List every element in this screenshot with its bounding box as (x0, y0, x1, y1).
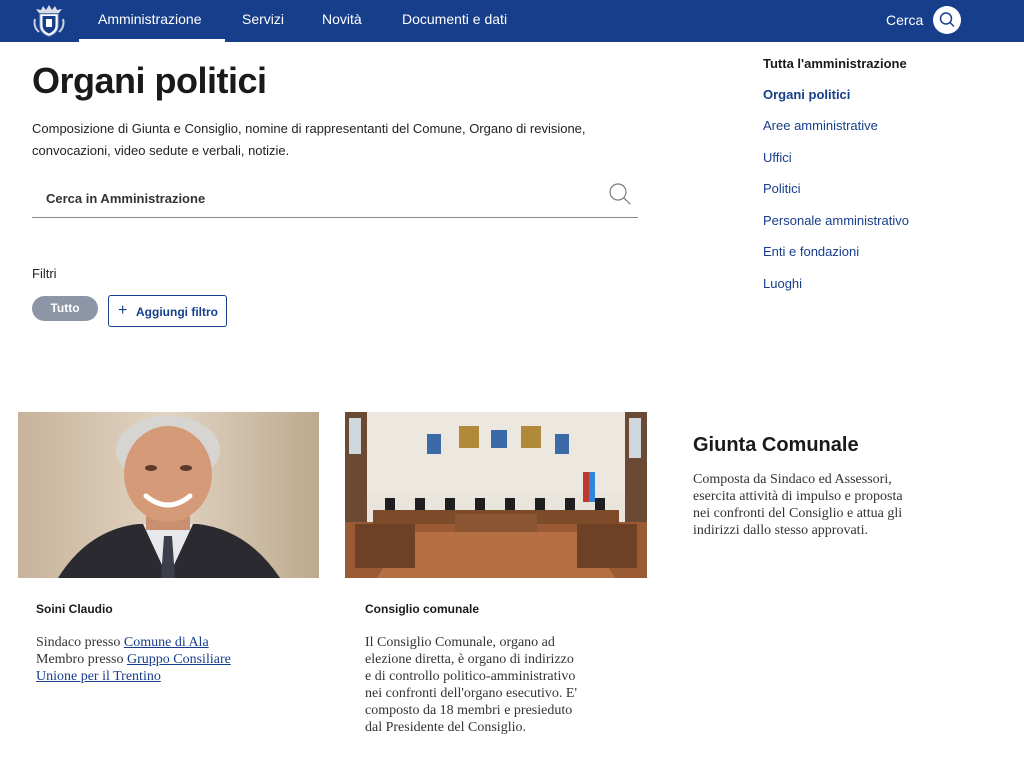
giunta-text-line: esercita attività di impulso e proposta (693, 489, 903, 504)
page-description-line-1: Composizione di Giunta e Consiglio, nomi… (32, 121, 586, 136)
role-prefix-sindaco: Sindaco presso (36, 635, 124, 650)
nav-item-amministrazione[interactable]: Amministrazione (98, 0, 201, 42)
add-filter-button[interactable]: + Aggiungi filtro (108, 295, 227, 327)
page-description-line-2: convocazioni, video sedute e verbali, no… (32, 143, 290, 158)
add-filter-label: Aggiungi filtro (136, 305, 218, 319)
sidebar-item-organi-politici[interactable]: Organi politici (763, 87, 850, 102)
giunta-text-line: indirizzi dallo stesso approvati. (693, 523, 868, 538)
giunta-text-line: Composta da Sindaco ed Assessori, (693, 472, 892, 487)
card-title-soini-claudio[interactable]: Soini Claudio (36, 602, 113, 616)
search-icon[interactable] (607, 181, 633, 207)
sidebar-item-luoghi[interactable]: Luoghi (763, 276, 802, 291)
giunta-comunale-title[interactable]: Giunta Comunale (693, 434, 859, 457)
consiglio-text-line: e di controllo politico-amministrativo (365, 669, 576, 684)
consiglio-text-line: nei confronti dell'organo esecutivo. E' (365, 686, 578, 701)
sidebar-heading[interactable]: Tutta l'amministrazione (763, 56, 907, 71)
card-text-consiglio-comunale: Il Consiglio Comunale, organo ad elezion… (365, 634, 635, 736)
nav-search-label[interactable]: Cerca (886, 0, 923, 42)
nav-item-novita[interactable]: Novità (322, 0, 362, 42)
nav-item-documenti-e-dati[interactable]: Documenti e dati (402, 0, 507, 42)
role-prefix-membro: Membro presso (36, 652, 127, 667)
consiglio-text-line: dal Presidente del Consiglio. (365, 720, 526, 735)
sidebar-item-uffici[interactable]: Uffici (763, 150, 792, 165)
municipal-crest-icon[interactable] (33, 3, 65, 37)
sidebar-item-enti-e-fondazioni[interactable]: Enti e fondazioni (763, 244, 859, 259)
administration-search (32, 178, 638, 218)
consiglio-text-line: composto da 18 membri e presieduto (365, 703, 573, 718)
search-input[interactable] (44, 186, 588, 210)
page-description: Composizione di Giunta e Consiglio, nomi… (32, 118, 632, 162)
plus-icon: + (118, 302, 128, 319)
link-gruppo-consiliare[interactable]: Gruppo Consiliare (127, 652, 231, 667)
sidebar-item-personale-amministrativo[interactable]: Personale amministrativo (763, 213, 909, 228)
filter-chip-all[interactable]: Tutto (32, 296, 98, 321)
page-title: Organi politici (32, 60, 267, 101)
portrait-photo[interactable] (18, 412, 319, 578)
giunta-text-line: nei confronti del Consiglio e attua gli (693, 506, 903, 521)
card-title-consiglio-comunale[interactable]: Consiglio comunale (365, 602, 479, 616)
consiglio-text-line: Il Consiglio Comunale, organo ad (365, 635, 555, 650)
nav-search-button[interactable] (933, 6, 961, 34)
sidebar-item-aree-amministrative[interactable]: Aree amministrative (763, 118, 878, 133)
link-comune-di-ala[interactable]: Comune di Ala (124, 635, 209, 650)
nav-item-servizi[interactable]: Servizi (242, 0, 284, 42)
top-navigation-bar: Amministrazione Servizi Novità Documenti… (0, 0, 1024, 42)
search-icon (939, 12, 955, 27)
giunta-comunale-text: Composta da Sindaco ed Assessori, eserci… (693, 471, 953, 539)
consiglio-text-line: elezione diretta, è organo di indirizzo (365, 652, 574, 667)
link-unione-per-il-trentino[interactable]: Unione per il Trentino (36, 669, 161, 684)
sidebar-item-politici[interactable]: Politici (763, 181, 801, 196)
card-text-soini-claudio: Sindaco presso Comune di Ala Membro pres… (36, 634, 306, 685)
council-room-photo[interactable] (345, 412, 647, 578)
filters-label: Filtri (32, 266, 57, 281)
